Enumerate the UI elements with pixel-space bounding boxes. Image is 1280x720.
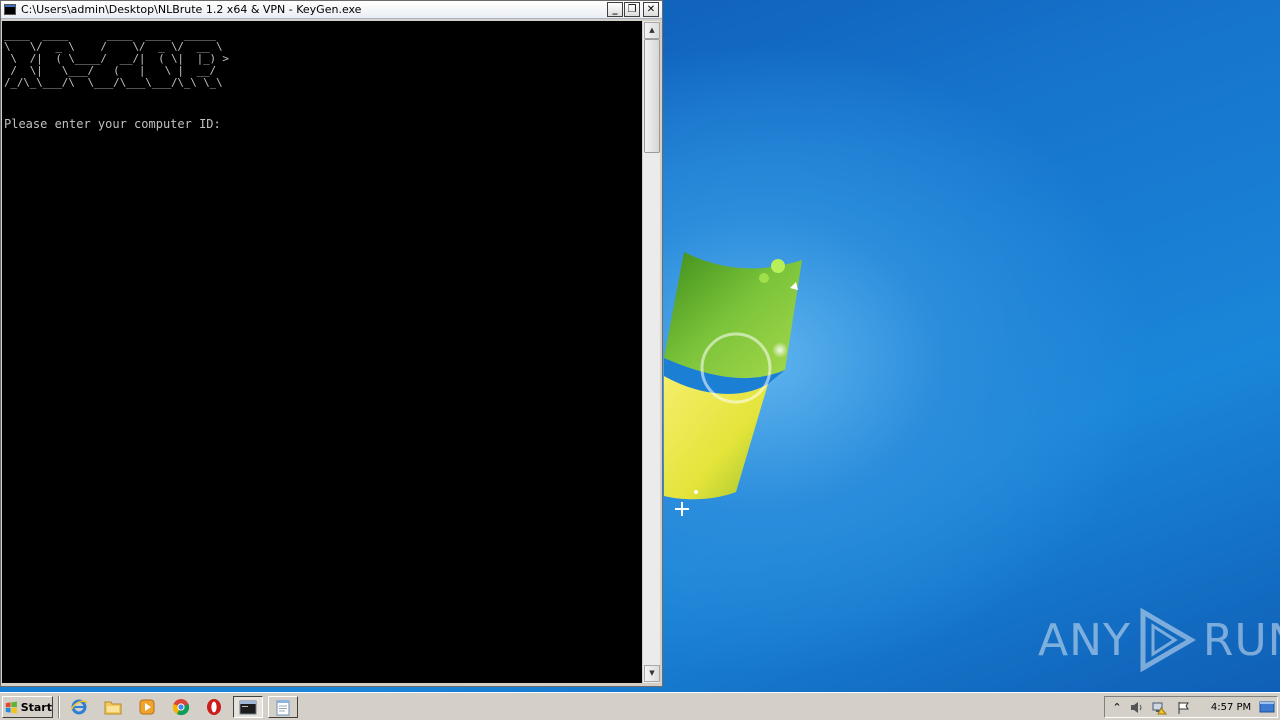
chrome-icon[interactable] [170, 697, 192, 717]
media-player-icon[interactable] [136, 697, 158, 717]
title-bar[interactable]: C:\Users\admin\Desktop\NLBrute 1.2 x64 &… [1, 1, 662, 19]
play-logo-icon [1140, 608, 1196, 672]
network-icon[interactable] [1151, 700, 1167, 715]
windows-logo-wallpaper [664, 252, 802, 516]
console-prompt: Please enter your computer ID: [4, 117, 221, 131]
ascii-banner: ____ ____ ____ ____ _____ \ \/ _ \ / \/ … [4, 28, 229, 89]
notepad-task-icon [276, 699, 290, 715]
close-icon: ✕ [646, 3, 656, 15]
show-desktop-icon[interactable] [1259, 699, 1275, 715]
scroll-up-button[interactable]: ▲ [644, 22, 660, 39]
internet-explorer-icon[interactable] [68, 697, 90, 717]
console-output[interactable]: ____ ____ ____ ____ _____ \ \/ _ \ / \/ … [2, 21, 642, 683]
minimize-icon: _ [612, 3, 618, 15]
taskbar: Start ⌃ 4:57 PM [0, 692, 1280, 720]
restore-icon: ❐ [627, 3, 637, 15]
anyrun-watermark: ANY RUN [1038, 606, 1280, 674]
restore-button[interactable]: ❐ [624, 2, 640, 17]
arrow-up-icon: ▲ [649, 26, 655, 34]
start-button[interactable]: Start [2, 696, 53, 718]
notepad-task-button[interactable] [268, 696, 298, 718]
minimize-button[interactable]: _ [607, 2, 623, 17]
arrow-down-icon: ▼ [649, 669, 655, 677]
console-app-icon[interactable] [4, 4, 16, 15]
chevron-up-icon: ⌃ [1112, 701, 1122, 714]
scrollbar-thumb[interactable] [644, 39, 660, 153]
console-task-button[interactable] [233, 696, 263, 718]
windows-flag-icon [5, 701, 17, 713]
file-explorer-icon[interactable] [102, 697, 124, 717]
action-center-flag-icon[interactable] [1175, 700, 1191, 715]
watermark-text-right: RUN [1202, 614, 1280, 666]
taskbar-separator [58, 696, 60, 718]
window-title: C:\Users\admin\Desktop\NLBrute 1.2 x64 &… [21, 3, 362, 16]
system-tray: ⌃ 4:57 PM [1104, 696, 1278, 718]
volume-icon[interactable] [1129, 700, 1145, 715]
console-task-icon [239, 700, 257, 714]
vertical-scrollbar[interactable]: ▲ ▼ [642, 21, 660, 683]
start-label: Start [20, 700, 52, 714]
show-hidden-icons-button[interactable]: ⌃ [1109, 700, 1125, 715]
scroll-down-button[interactable]: ▼ [644, 665, 660, 682]
close-button[interactable]: ✕ [643, 2, 659, 17]
opera-icon[interactable] [203, 697, 225, 717]
watermark-text-left: ANY [1038, 614, 1131, 666]
console-window[interactable]: C:\Users\admin\Desktop\NLBrute 1.2 x64 &… [0, 0, 663, 687]
clock[interactable]: 4:57 PM [1209, 700, 1253, 715]
